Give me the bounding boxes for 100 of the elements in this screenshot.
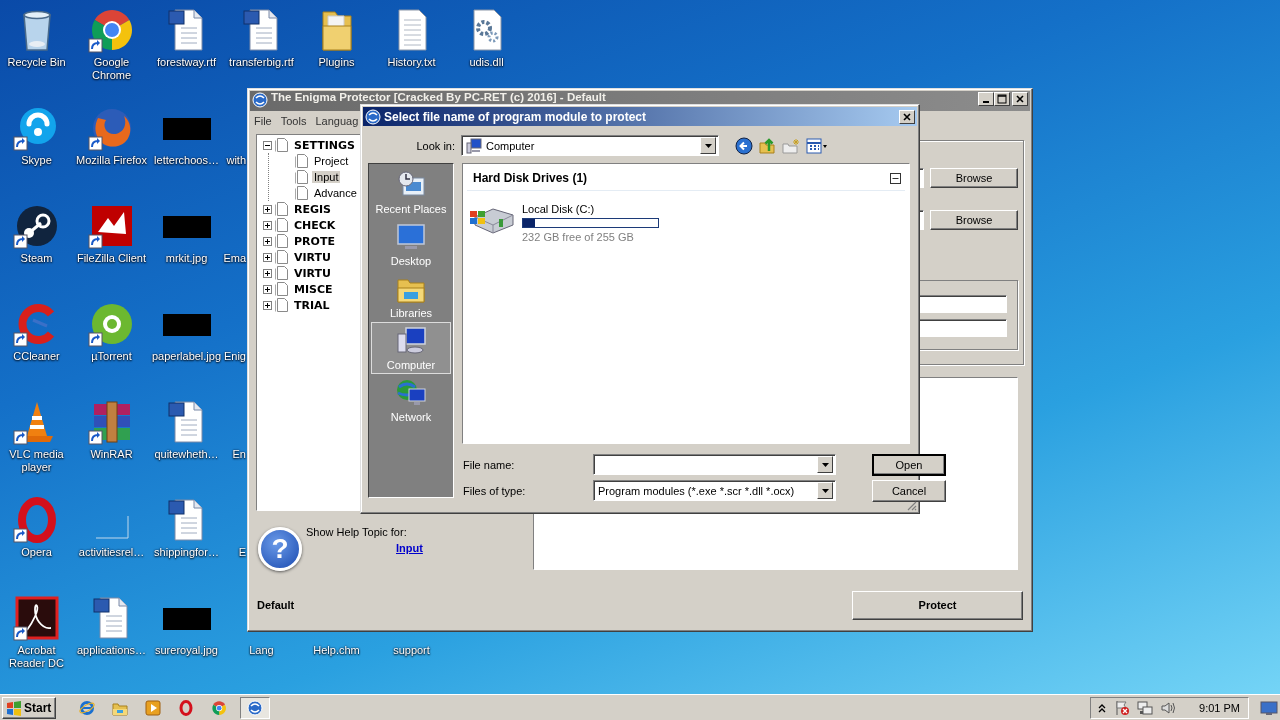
look-in-dropdown[interactable]: Computer (461, 135, 719, 156)
caret-icon[interactable] (703, 141, 713, 150)
expander-icon[interactable] (263, 140, 272, 150)
speaker-icon[interactable] (1160, 699, 1177, 716)
place-item[interactable]: Desktop (371, 218, 451, 270)
collapse-icon[interactable] (890, 172, 901, 184)
resize-grip-icon[interactable] (905, 499, 917, 511)
help-caption: Show Help Topic for: (306, 526, 408, 538)
expander-icon[interactable] (263, 268, 272, 278)
tree-item[interactable]: VIRTU (292, 266, 334, 280)
dropdown-button[interactable] (817, 456, 833, 473)
dropdown-button[interactable] (817, 482, 833, 499)
expander-icon[interactable] (263, 300, 272, 310)
tree-item[interactable]: Advance (312, 187, 359, 199)
clock[interactable]: 9:01 PM (1199, 701, 1240, 714)
back-icon[interactable] (735, 136, 753, 155)
start-button[interactable]: Start (2, 696, 57, 719)
tree-item[interactable]: VIRTU (292, 250, 334, 264)
app-logo-icon[interactable] (12, 594, 61, 642)
expander-icon[interactable] (263, 252, 272, 262)
expander-icon[interactable] (263, 220, 272, 230)
icon-label[interactable]: Plugins (318, 56, 355, 69)
profile-name: Default (256, 599, 295, 611)
icon-label[interactable]: Acrobat Reader DC (0, 644, 74, 670)
tree-item[interactable]: CHECK (292, 218, 338, 232)
menu-item[interactable]: Languag (312, 114, 362, 127)
chevron-up-icon[interactable] (1097, 702, 1108, 713)
expander-icon[interactable] (263, 204, 272, 214)
app-logo-icon (211, 699, 228, 716)
icon-label[interactable]: FileZilla Client (76, 252, 147, 265)
icon-label[interactable]: letterchoos… (154, 154, 219, 167)
icon-label[interactable]: with (226, 154, 246, 167)
icon-label[interactable]: Ema (223, 252, 246, 265)
network-icon[interactable] (1137, 699, 1154, 716)
place-label[interactable]: Network (390, 411, 432, 423)
tree-item[interactable]: MISCE (292, 282, 335, 296)
place-label[interactable]: Recent Places (375, 203, 447, 215)
drive-name[interactable]: Local Disk (C:) (522, 203, 659, 215)
tree-item[interactable]: Project (312, 155, 351, 167)
help-icon[interactable]: ? (258, 527, 302, 571)
tree-item[interactable]: PROTE (292, 234, 337, 248)
dropdown-button[interactable] (700, 137, 716, 154)
caret-icon[interactable] (820, 486, 830, 495)
tree-item[interactable]: TRIAL (292, 298, 332, 312)
place-item[interactable]: Computer (371, 322, 451, 374)
icon-label[interactable]: shippingfor… (154, 546, 219, 559)
place-item[interactable]: Network (371, 374, 451, 426)
icon-label[interactable]: E (238, 546, 246, 559)
icon-label[interactable]: En (232, 448, 246, 461)
dialog-button[interactable]: Open (872, 454, 946, 476)
icon-label[interactable]: transferbig.rtf (229, 56, 294, 69)
place-label[interactable]: Libraries (389, 307, 433, 319)
field-label: Files of type: (462, 484, 527, 499)
help-link[interactable]: Input (396, 542, 423, 554)
icon-label[interactable]: Steam (20, 252, 53, 265)
icon-label[interactable]: Opera (21, 546, 52, 559)
icon-label[interactable]: applications… (76, 644, 147, 657)
show-desktop-icon[interactable] (1260, 699, 1278, 716)
maximize-button[interactable] (994, 92, 1010, 106)
place-label[interactable]: Desktop (390, 255, 432, 267)
place-item[interactable]: Recent Places (371, 166, 451, 218)
menu-item[interactable]: Tools (277, 114, 310, 127)
media-player-icon (145, 699, 162, 716)
menu-item[interactable]: File (251, 114, 275, 127)
icon-label[interactable]: WinRAR (90, 448, 133, 461)
icon-label[interactable]: CCleaner (13, 350, 60, 363)
icon-label[interactable]: Mozilla Firefox (76, 154, 147, 167)
browse-button[interactable]: Browse (930, 168, 1018, 188)
icon-label[interactable]: quitewheth… (154, 448, 219, 461)
views-icon[interactable] (806, 137, 828, 154)
caret-icon[interactable] (820, 460, 830, 469)
page-icon (295, 169, 309, 185)
icon-label[interactable]: Google Chrome (74, 56, 149, 82)
icon-label[interactable]: paperlabel.jpg (151, 350, 222, 363)
file-type-dropdown[interactable]: Program modules (*.exe *.scr *.dll *.ocx) (593, 480, 836, 501)
icon-label[interactable]: VLC media player (0, 448, 74, 474)
place-label[interactable]: Computer (386, 359, 436, 371)
icon-label[interactable]: µTorrent (91, 350, 132, 363)
icon-label[interactable]: History.txt (387, 56, 436, 69)
tree-item[interactable]: REGIS (292, 202, 334, 216)
expander-icon[interactable] (263, 236, 272, 246)
icon-label[interactable]: udis.dll (469, 56, 504, 69)
icon-label[interactable]: forestway.rtf (156, 56, 217, 69)
expander-icon[interactable] (263, 284, 272, 294)
icon-label[interactable]: Enig (223, 350, 246, 363)
tree-item[interactable]: SETTINGS (292, 138, 357, 152)
browse-button[interactable]: Browse (930, 210, 1018, 230)
icon-label[interactable]: Skype (21, 154, 52, 167)
place-item[interactable]: Libraries (371, 270, 451, 322)
icon-label[interactable]: mrkit.jpg (165, 252, 208, 265)
file-name-field[interactable] (593, 454, 836, 475)
page-icon (275, 233, 289, 249)
minimize-button[interactable] (978, 92, 994, 106)
icon-label[interactable]: activitiesrel… (78, 546, 145, 559)
icon-label[interactable]: Recycle Bin (7, 56, 66, 69)
protect-button[interactable]: Protect (852, 590, 1023, 620)
tree-item[interactable]: Input (312, 171, 341, 183)
dialog-button[interactable]: Cancel (872, 480, 946, 502)
taskbar-button[interactable] (240, 696, 271, 719)
flag-icon[interactable] (1114, 699, 1131, 716)
